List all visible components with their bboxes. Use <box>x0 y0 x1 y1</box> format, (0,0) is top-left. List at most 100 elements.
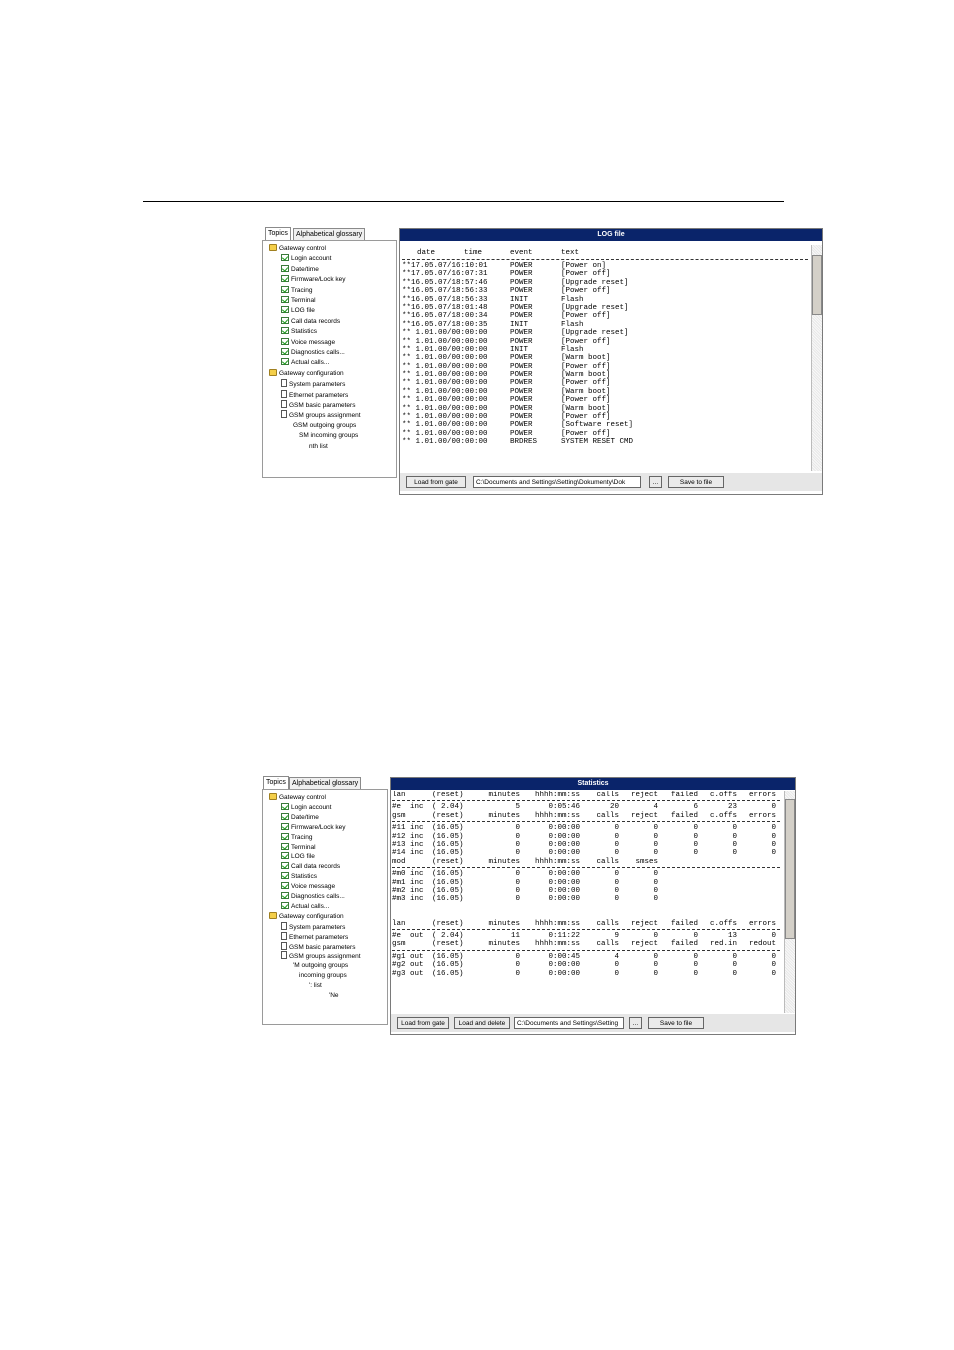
save-to-file-button[interactable]: Save to file <box>668 476 724 488</box>
tree-item[interactable]: SM incoming groups <box>299 431 358 441</box>
tree-item[interactable]: Tracing <box>281 832 313 843</box>
tree-item[interactable]: Tracing <box>281 285 312 296</box>
tree-item[interactable]: Diagnostics calls... <box>281 348 345 358</box>
tree-item[interactable]: Actual calls... <box>281 901 329 912</box>
tree-item[interactable]: Terminal <box>281 296 316 306</box>
check-icon <box>281 337 289 345</box>
statistics-cell: c.offs <box>709 919 737 928</box>
statistics-cell: 0 <box>771 840 776 849</box>
browse-button[interactable]: ... <box>629 1017 642 1029</box>
log-row: ** 16.05.07/18:56:33 POWER [Power off] <box>402 287 808 295</box>
tree-item[interactable]: GSM basic parameters <box>281 400 355 410</box>
file-path-field[interactable]: C:\Documents and Settings\Setting\Dokume… <box>473 476 641 488</box>
tree-item[interactable]: System parameters <box>281 379 345 389</box>
tree-item[interactable]: Gateway configuration <box>269 911 344 922</box>
load-from-gate-button[interactable]: Load from gate <box>397 1017 449 1029</box>
statistics-data-row: #14 inc (16.05) 0 0:00:00 0 0 0 0 0 <box>392 849 780 857</box>
tree-item[interactable]: Voice message <box>281 337 335 348</box>
column-header-event: event <box>510 249 533 257</box>
statistics-cell: hhhh:mm:ss <box>534 811 580 820</box>
statistics-cell: #g2 out <box>392 961 424 970</box>
tree-item[interactable]: ': list <box>309 981 322 991</box>
column-header-date: date <box>417 249 436 257</box>
tab-alphabetical-glossary[interactable]: Alphabetical glossary <box>293 228 366 240</box>
tree-item[interactable]: Firmware/Lock key <box>281 822 346 833</box>
tree-item[interactable]: Actual calls... <box>281 358 329 368</box>
tree-item[interactable]: Login account <box>281 254 331 264</box>
tree-item[interactable]: System parameters <box>281 921 345 932</box>
tree-item[interactable]: incoming groups <box>299 971 347 981</box>
tree-item[interactable]: GSM groups assignment <box>281 410 361 420</box>
tree-item[interactable]: Call data records <box>281 316 341 327</box>
tab-topics[interactable]: Topics <box>263 776 289 789</box>
log-prefix: ** <box>402 438 412 447</box>
log-scrollbar[interactable] <box>811 245 822 471</box>
save-to-file-button[interactable]: Save to file <box>648 1017 704 1029</box>
file-path-field[interactable]: C:\Documents and Settings\Setting <box>514 1017 624 1029</box>
statistics-cell: (16.05) <box>432 824 464 833</box>
check-icon <box>281 882 289 890</box>
log-row: ** 16.05.07/18:57:46 POWER [Upgrade reset] <box>402 279 808 287</box>
scrollbar-thumb[interactable] <box>785 799 795 939</box>
tree-item[interactable]: Statistics <box>281 327 317 337</box>
tree-item-label: System parameters <box>289 381 346 389</box>
tree-item-label: Tracing <box>291 833 313 841</box>
tree-item[interactable]: Gateway configuration <box>269 368 344 379</box>
check-icon <box>281 822 289 830</box>
tree-item[interactable]: Gateway control <box>269 244 326 254</box>
tree-item[interactable]: nth list <box>309 442 328 452</box>
statistics-cell: ( 2.04) <box>432 932 464 941</box>
tree-item[interactable]: Diagnostics calls... <box>281 892 345 902</box>
tree-item[interactable]: Date/time <box>281 264 319 275</box>
tree-item[interactable]: GSM basic parameters <box>281 941 356 952</box>
log-row: ** 1.01.00/00:00:00 POWER [Warm boot] <box>402 388 808 396</box>
statistics-header-row: mod (reset) minutes hhhh:mm:ss calls smses <box>392 858 780 866</box>
log-row: ** 1.01.00/00:00:00 POWER [Power off] <box>402 363 808 371</box>
statistics-cell: red.in <box>709 940 737 949</box>
tree-item[interactable]: GSM outgoing groups <box>293 421 356 431</box>
log-datetime: 17.05.07/16:10:01 <box>411 262 488 270</box>
log-prefix: ** <box>402 312 412 321</box>
tab-topics[interactable]: Topics <box>265 227 291 240</box>
tree-item[interactable]: 'Ne <box>329 991 339 1001</box>
tree-item[interactable]: LOG file <box>281 852 315 862</box>
statistics-cell: 0:00:00 <box>548 824 580 833</box>
log-datetime: 17.05.07/16:07:31 <box>411 270 488 279</box>
statistics-cell: 0 <box>653 824 658 833</box>
tree-item[interactable]: Firmware/Lock key <box>281 275 346 285</box>
statistics-cell: 4 <box>614 952 619 961</box>
scrollbar-thumb[interactable] <box>812 255 822 315</box>
tree-item-label: Call data records <box>291 317 341 325</box>
log-event: POWER <box>510 387 533 396</box>
load-and-delete-button[interactable]: Load and delete <box>454 1017 510 1029</box>
statistics-cell: 0 <box>732 952 737 961</box>
tree-item[interactable]: Voice message <box>281 882 335 892</box>
statistics-cell: hhhh:mm:ss <box>534 919 580 928</box>
tree-item[interactable]: Login account <box>281 802 331 813</box>
tree-item[interactable]: Call data records <box>281 862 340 872</box>
tree-item-label: GSM basic parameters <box>289 943 356 951</box>
tree-item-label: 'M outgoing groups <box>293 962 349 970</box>
log-text: [Warm boot] <box>561 371 611 380</box>
check-icon <box>281 842 289 850</box>
tree-item[interactable]: Terminal <box>281 842 316 853</box>
tree-item[interactable]: Gateway control <box>269 793 326 803</box>
tree-item[interactable]: Statistics <box>281 872 317 882</box>
load-from-gate-button[interactable]: Load from gate <box>406 476 466 488</box>
browse-button[interactable]: ... <box>649 476 662 488</box>
statistics-data-row: #e inc( 2.04) 5 0:05:46 20 4 6 23 0 <box>392 803 780 811</box>
tree-item[interactable]: Ethernet parameters <box>281 389 348 400</box>
log-datetime: 16.05.07/18:57:46 <box>411 278 488 287</box>
tree-item[interactable]: GSM groups assignment <box>281 951 361 961</box>
tree-item[interactable]: Ethernet parameters <box>281 931 348 942</box>
statistics-header-row: lan (reset) minutes hhhh:mm:ss calls reject fa… <box>392 920 780 928</box>
statistics-cell: #e inc <box>392 803 424 812</box>
tree-item[interactable]: Date/time <box>281 812 319 823</box>
tree-item[interactable]: 'M outgoing groups <box>293 961 348 971</box>
statistics-cell: 0 <box>732 969 737 978</box>
tab-alphabetical-glossary[interactable]: Alphabetical glossary <box>289 777 362 789</box>
log-row: ** 16.05.07/18:00:34 POWER [Power off] <box>402 312 808 320</box>
statistics-scrollbar[interactable] <box>784 791 795 1013</box>
statistics-cell: (reset) <box>432 811 464 820</box>
tree-item[interactable]: LOG file <box>281 306 315 316</box>
